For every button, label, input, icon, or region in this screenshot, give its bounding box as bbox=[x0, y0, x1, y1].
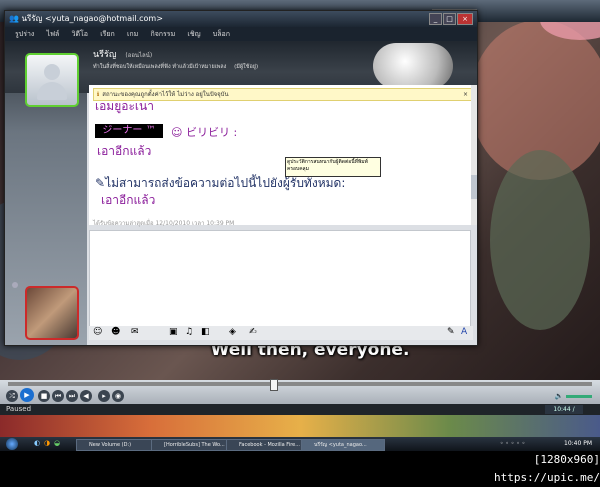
menu-item[interactable]: รูปร่าง bbox=[15, 30, 34, 38]
menu-item[interactable]: เกม bbox=[127, 30, 138, 38]
menu-item[interactable]: บล็อก bbox=[213, 30, 230, 38]
font-color-icon[interactable]: ◈ bbox=[229, 327, 236, 337]
menu-item[interactable]: เรียก bbox=[100, 30, 115, 38]
error-message: ไม่สามารถส่งข้อความต่อไปนี้ไปยังผู้รับทั… bbox=[105, 176, 346, 190]
menu-item[interactable]: ไฟล์ bbox=[47, 30, 60, 38]
image-icon[interactable]: ▣ bbox=[169, 327, 178, 337]
tray-icons[interactable]: ◦ ◦ ◦ ◦ ◦ bbox=[500, 440, 525, 447]
nudge-icon[interactable]: ✉ bbox=[131, 327, 139, 337]
playback-time: 10:44 / 23:34 bbox=[545, 405, 583, 422]
expand-icon[interactable] bbox=[12, 282, 18, 288]
message-input[interactable] bbox=[89, 230, 471, 328]
quick-launch-icon[interactable]: ◐ bbox=[34, 439, 40, 447]
wink-icon[interactable]: ☻ bbox=[111, 327, 120, 337]
menu-item[interactable]: วิดีโอ bbox=[72, 30, 88, 38]
player-status-bar: Paused bbox=[0, 404, 600, 415]
system-clock[interactable]: 10:40 PM bbox=[556, 437, 600, 451]
smiley-icon: ☺ bbox=[171, 126, 186, 139]
chat-message: เอาอีกแล้ว bbox=[97, 144, 152, 158]
chat-message: เอาอีกแล้ว bbox=[101, 193, 156, 207]
tooltip: ดูประวัติการสนทนากับผู้ติดต่อนี้ที่พิมพ์… bbox=[285, 157, 381, 177]
info-icon: ℹ bbox=[97, 91, 100, 98]
taskbar-item-active[interactable]: นรีรัญ <yuta_nagao... bbox=[301, 439, 385, 451]
start-button[interactable] bbox=[6, 438, 18, 450]
watermark: [1280x960] https://upic.me/ bbox=[494, 453, 600, 484]
chat-scrollbar[interactable] bbox=[471, 85, 477, 225]
play-icon[interactable]: ▶ bbox=[20, 388, 34, 402]
messenger-logo-icon: 👥 bbox=[9, 14, 19, 23]
voice-clip-icon[interactable]: ♫ bbox=[185, 327, 193, 337]
messenger-window: 👥 นรีรัญ <yuta_nagao@hotmail.com> _ □ × … bbox=[4, 10, 478, 346]
last-received-status: ได้รับข้อความล่าสุดเมื่อ 12/10/2010 เวลา… bbox=[93, 220, 235, 227]
minimize-icon[interactable]: _ bbox=[429, 13, 442, 25]
info-bar-text: สถานะของคุณถูกตั้งค่าไว้ให้ ไม่ว่าง อยู่… bbox=[102, 91, 229, 98]
video-bottom-strip bbox=[0, 415, 600, 437]
quick-launch-icon[interactable]: ◒ bbox=[54, 439, 60, 447]
maximize-icon[interactable]: □ bbox=[443, 13, 456, 25]
header-decoration bbox=[373, 43, 453, 89]
warning-icon: ✎ bbox=[95, 176, 106, 190]
contact-extra-note: (มีผู้ใช้อยู่) bbox=[234, 64, 259, 70]
contact-avatar[interactable] bbox=[25, 53, 79, 107]
sticker-label: ジーナー ™ bbox=[95, 124, 163, 138]
fastforward-icon[interactable]: ▸ bbox=[98, 390, 110, 402]
close-icon[interactable]: × bbox=[457, 13, 473, 25]
menu-bar: รูปร่าง ไฟล์ วิดีโอ เรียก เกม กิจกรรม เช… bbox=[5, 27, 477, 41]
shuffle-icon[interactable]: ⤮ bbox=[6, 390, 18, 402]
messenger-title-bar: 👥 นรีรัญ <yuta_nagao@hotmail.com> _ □ × bbox=[5, 11, 477, 27]
stop-icon[interactable]: ■ bbox=[38, 390, 50, 402]
previous-icon[interactable]: ⏮ bbox=[52, 390, 64, 402]
window-title: นรีรัญ <yuta_nagao@hotmail.com> bbox=[21, 14, 163, 23]
sticker-subtext: ビリビリ : bbox=[185, 126, 238, 139]
user-silhouette-body bbox=[37, 82, 67, 100]
playback-status: Paused bbox=[6, 405, 32, 413]
quick-launch-icon[interactable]: ◑ bbox=[44, 439, 50, 447]
volume-slider[interactable] bbox=[566, 395, 592, 398]
mute-icon[interactable]: ◉ bbox=[112, 390, 124, 402]
close-info-icon[interactable]: × bbox=[463, 89, 468, 100]
seek-bar[interactable] bbox=[8, 379, 592, 391]
scroll-thumb[interactable] bbox=[471, 175, 477, 199]
rewind-icon[interactable]: ◀ bbox=[80, 390, 92, 402]
seek-thumb[interactable] bbox=[270, 379, 278, 391]
formatting-toolbar: ☺ ☻ ✉ ▣ ♫ ◧ ◈ ✍ ✎ A bbox=[89, 326, 473, 340]
contact-personal-message: ทำในสิ่งที่ชอบให้เหมือนเพลงที่ฟัง ทำแล้ว… bbox=[93, 64, 227, 70]
volume-icon[interactable]: 🔈 bbox=[553, 390, 565, 402]
handwriting-icon[interactable]: ✍ bbox=[249, 327, 257, 337]
my-avatar[interactable] bbox=[25, 286, 79, 340]
video-scene-shape bbox=[490, 150, 590, 330]
font-icon[interactable]: A bbox=[461, 327, 467, 337]
pen-icon[interactable]: ✎ bbox=[447, 327, 455, 337]
taskbar-item[interactable]: [HorribleSubs] The Wo... bbox=[151, 439, 235, 451]
info-bar: ℹ สถานะของคุณถูกตั้งค่าไว้ให้ ไม่ว่าง อยู… bbox=[93, 88, 473, 101]
menu-item[interactable]: กิจกรรม bbox=[150, 30, 175, 38]
emoticon-icon[interactable]: ☺ bbox=[93, 327, 102, 337]
contact-name: นรีรัญ bbox=[93, 50, 117, 60]
chat-history: เอมยูอะเนา ジーナー ™ ☺ ビリビリ : เอาอีกแล้ว ✎ไ… bbox=[89, 85, 473, 225]
taskbar-item[interactable]: Facebook - Mozilla Fire... bbox=[226, 439, 310, 451]
sticker-row: ☺ ビリビリ : bbox=[171, 124, 237, 140]
background-icon[interactable]: ◧ bbox=[201, 327, 210, 337]
taskbar-item[interactable]: New Volume (D:) bbox=[76, 439, 160, 451]
user-silhouette-icon bbox=[44, 64, 60, 80]
next-icon[interactable]: ⏭ bbox=[66, 390, 78, 402]
menu-item[interactable]: เชิญ bbox=[187, 30, 200, 38]
contact-status: (ออนไลน์) bbox=[125, 52, 153, 59]
